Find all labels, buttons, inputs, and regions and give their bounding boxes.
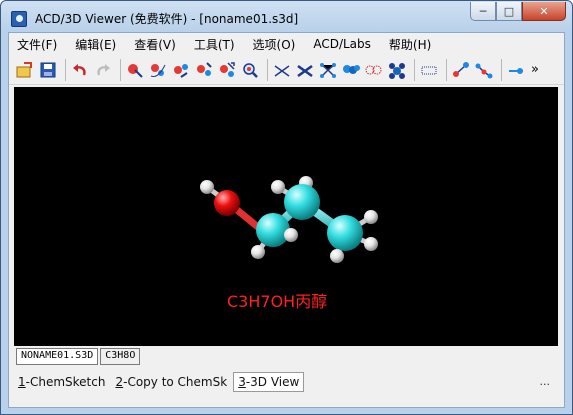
rotate-z-icon[interactable] bbox=[171, 60, 191, 80]
move-icon[interactable] bbox=[217, 60, 237, 80]
bond-angle-icon[interactable] bbox=[474, 60, 494, 80]
toolbar: » bbox=[9, 55, 564, 85]
spacefill-blue-icon[interactable] bbox=[387, 60, 407, 80]
toolbar-separator bbox=[446, 58, 447, 81]
document-tabs: NONAME01.S3D C3H8O bbox=[16, 348, 142, 366]
ball-stick-icon[interactable] bbox=[318, 60, 338, 80]
caption-buttons: ─ □ ✕ bbox=[470, 2, 566, 21]
zoom-icon[interactable] bbox=[240, 60, 260, 80]
wireframe-icon[interactable] bbox=[272, 60, 292, 80]
rotate-molecule-icon[interactable] bbox=[148, 60, 168, 80]
client-area: 文件(F) 编辑(E) 查看(V) 工具(T) 选项(O) ACD/Labs 帮… bbox=[8, 32, 565, 408]
toolbar-separator bbox=[120, 58, 121, 81]
tab-3d-view[interactable]: 3-3D View bbox=[233, 372, 305, 392]
title-bar[interactable]: ACD/3D Viewer (免费软件) - [noname01.s3d] ─ … bbox=[1, 1, 572, 33]
spacefill-icon[interactable] bbox=[341, 60, 361, 80]
redo-icon[interactable] bbox=[93, 60, 113, 80]
toolbar-overflow-icon[interactable]: » bbox=[531, 62, 539, 77]
doc-tab-c3h8o[interactable]: C3H8O bbox=[100, 348, 141, 365]
toolbar-separator bbox=[501, 58, 502, 81]
menu-options[interactable]: 选项(O) bbox=[253, 36, 296, 53]
save-icon[interactable] bbox=[38, 60, 58, 80]
menu-bar: 文件(F) 编辑(E) 查看(V) 工具(T) 选项(O) ACD/Labs 帮… bbox=[9, 33, 564, 55]
tab-copy-to-chemsketch[interactable]: 2-Copy to ChemSk bbox=[111, 373, 231, 391]
status-ellipsis: ... bbox=[539, 375, 551, 388]
dots-icon[interactable] bbox=[364, 60, 384, 80]
sticks-icon[interactable] bbox=[295, 60, 315, 80]
tab-chemsketch[interactable]: 1-ChemSketch bbox=[14, 373, 109, 391]
molecule-viewport[interactable]: C3H7OH丙醇 bbox=[14, 87, 558, 346]
menu-edit[interactable]: 编辑(E) bbox=[75, 36, 116, 53]
doc-tab-noname01[interactable]: NONAME01.S3D bbox=[16, 348, 99, 365]
label-toggle-icon[interactable] bbox=[506, 60, 526, 80]
toolbar-separator bbox=[65, 58, 66, 81]
minimize-button[interactable]: ─ bbox=[470, 2, 496, 21]
toolbar-separator bbox=[414, 58, 415, 81]
menu-acdlabs[interactable]: ACD/Labs bbox=[313, 37, 371, 51]
undo-icon[interactable] bbox=[70, 60, 90, 80]
select-atom-icon[interactable] bbox=[125, 60, 145, 80]
maximize-button[interactable]: □ bbox=[496, 2, 522, 21]
molecule-label: C3H7OH丙醇 bbox=[227, 292, 328, 311]
app-switch-bar: 1-ChemSketch 2-Copy to ChemSk 3-3D View bbox=[9, 369, 564, 395]
window-title: ACD/3D Viewer (免费软件) - [noname01.s3d] bbox=[35, 12, 299, 26]
menu-view[interactable]: 查看(V) bbox=[134, 36, 176, 53]
open-icon[interactable] bbox=[15, 60, 35, 80]
close-button[interactable]: ✕ bbox=[522, 2, 566, 21]
toolbar-separator bbox=[267, 58, 268, 81]
menu-help[interactable]: 帮助(H) bbox=[389, 36, 431, 53]
app-icon[interactable] bbox=[11, 11, 27, 27]
rotate-y-icon[interactable] bbox=[194, 60, 214, 80]
app-window: ACD/3D Viewer (免费软件) - [noname01.s3d] ─ … bbox=[0, 0, 573, 415]
menu-file[interactable]: 文件(F) bbox=[17, 36, 57, 53]
menu-tools[interactable]: 工具(T) bbox=[194, 36, 235, 53]
bond-length-icon[interactable] bbox=[451, 60, 471, 80]
dotted-surface-icon[interactable] bbox=[419, 60, 439, 80]
